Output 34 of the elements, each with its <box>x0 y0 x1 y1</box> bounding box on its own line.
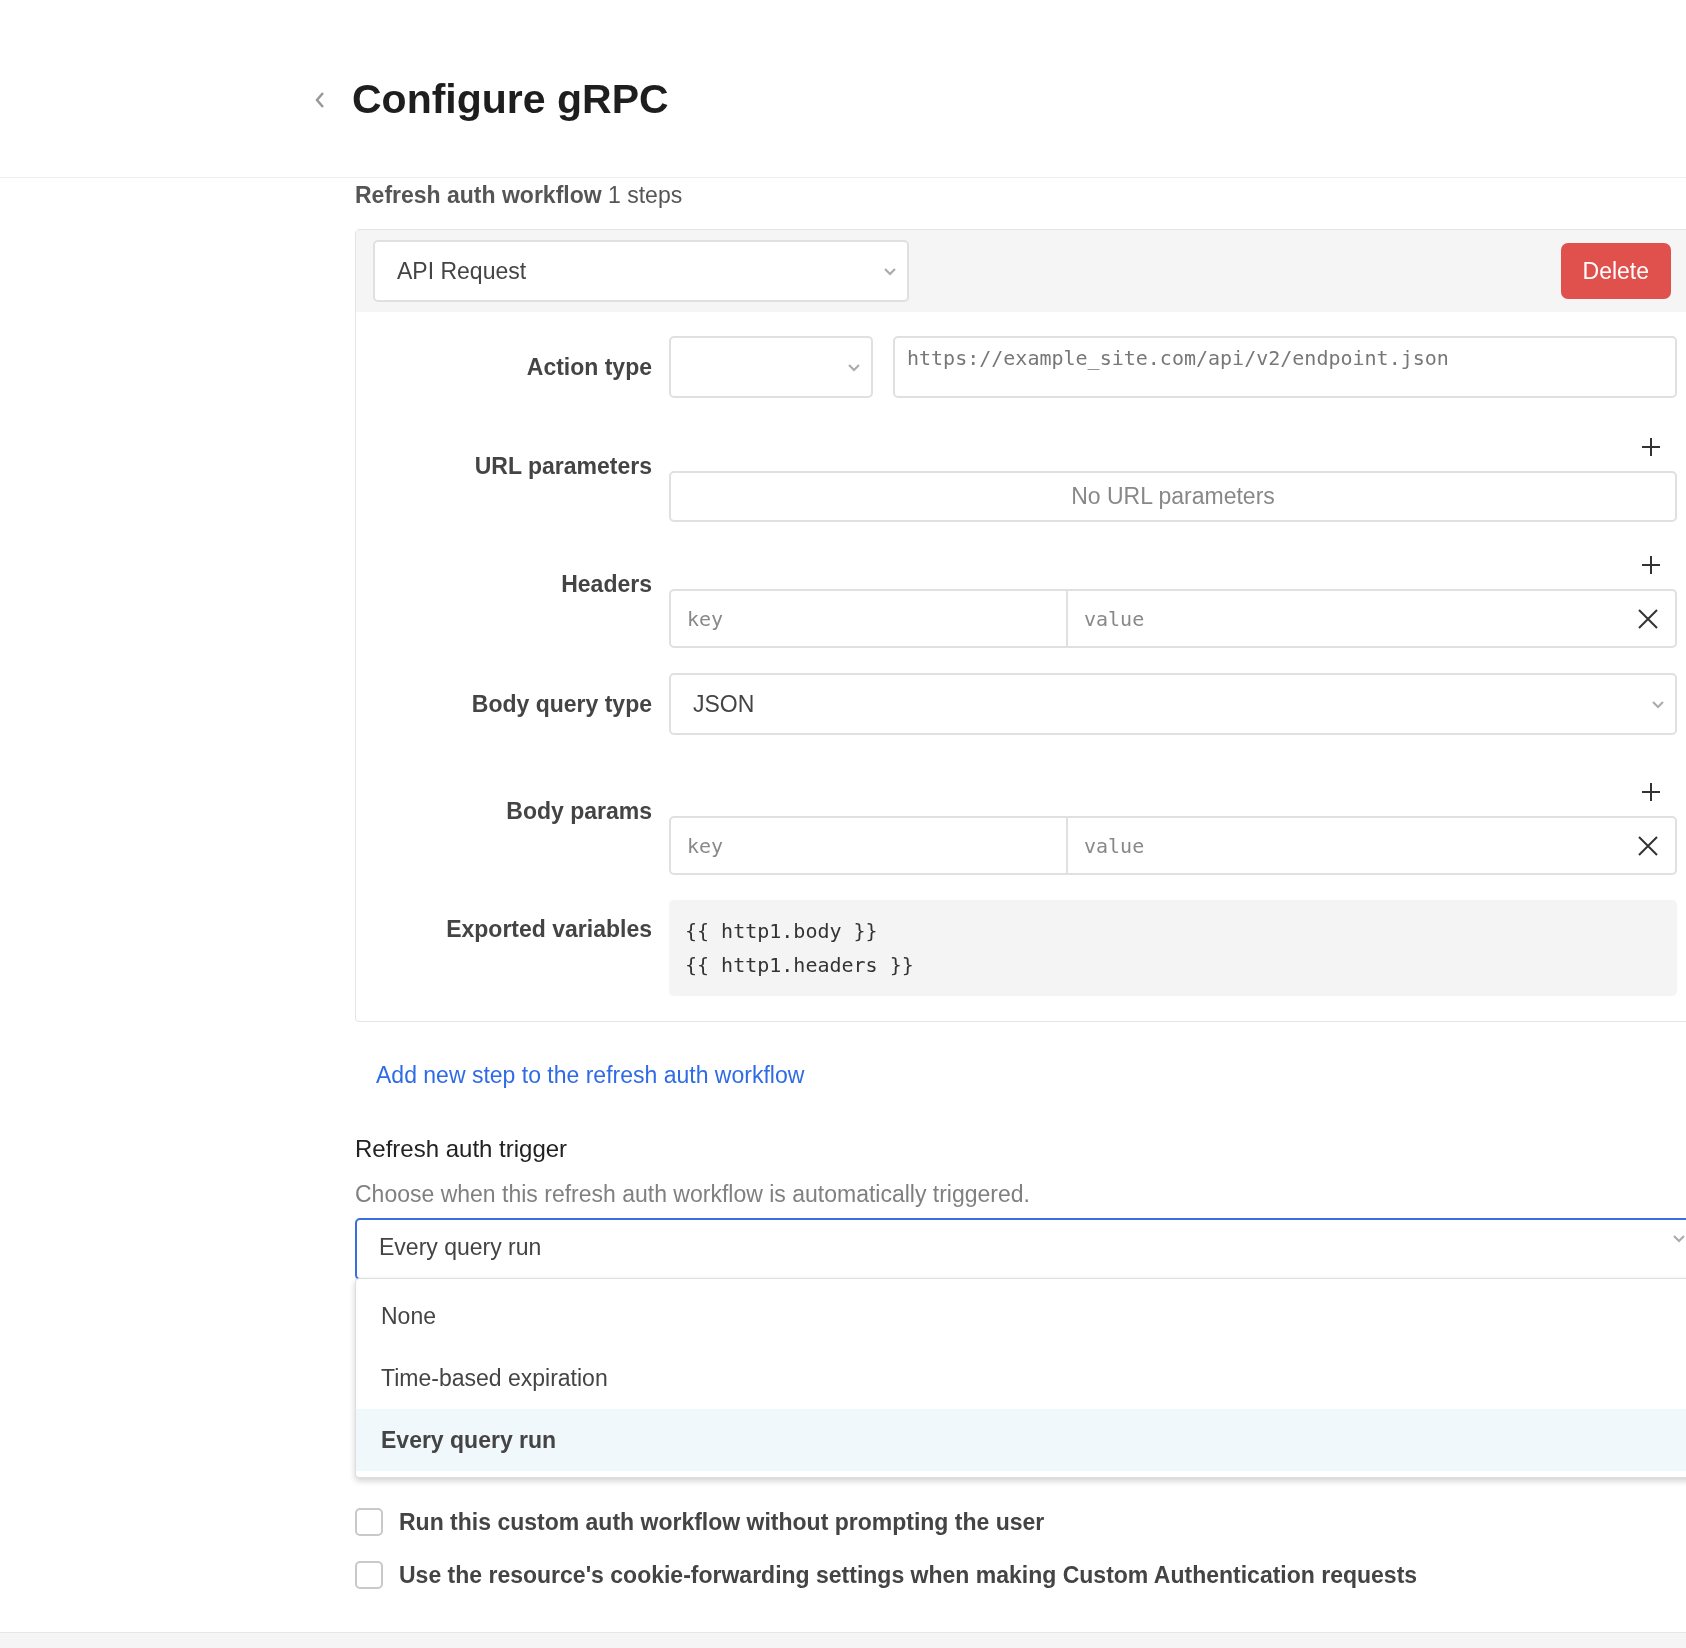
page-title: Configure gRPC <box>352 76 669 123</box>
key-field[interactable]: key <box>669 589 1068 648</box>
checkbox-label: Run this custom auth workflow without prompting the user <box>399 1508 1045 1536</box>
field-label: Body params <box>505 797 652 825</box>
chevron-down-icon <box>1651 699 1665 709</box>
key-field[interactable]: key <box>669 816 1068 875</box>
body-type-select[interactable]: JSON <box>669 673 1677 735</box>
url-field[interactable]: https://example_site.com/api/v2/endpoint.json <box>893 336 1677 398</box>
delete-button[interactable]: Delete <box>1560 243 1671 299</box>
checkbox-label: Use the resource's cookie-forwarding settings when making Custom Authentication requests <box>399 1561 1418 1589</box>
chevron-down-icon <box>847 362 861 372</box>
step-type-select[interactable]: API Request <box>373 240 909 302</box>
field-label: Headers <box>560 570 652 598</box>
field-label: Body query type <box>470 690 652 718</box>
chevron-down-icon <box>883 266 897 276</box>
menu-option[interactable]: Every query run <box>356 1409 1686 1471</box>
checkbox[interactable] <box>355 1508 383 1536</box>
field-label: Exported variables <box>445 915 652 943</box>
trigger-select[interactable]: Every query run <box>355 1218 1686 1280</box>
add-step-link[interactable]: Add new step to the refresh auth workflow <box>376 1062 805 1089</box>
section-title: Refresh auth workflow 1 steps <box>355 182 684 209</box>
field-label: URL parameters <box>473 452 652 480</box>
value-field[interactable]: value <box>1068 589 1677 648</box>
chevron-down-icon <box>1672 1234 1686 1243</box>
add-icon[interactable] <box>1639 780 1663 804</box>
trigger-heading: Refresh auth trigger <box>355 1135 569 1163</box>
value-field[interactable]: value <box>1068 816 1677 875</box>
code-block: {{ http1.body }} {{ http1.headers }} <box>669 900 1677 996</box>
add-icon[interactable] <box>1639 553 1663 577</box>
trigger-description: Choose when this refresh auth workflow is automatically triggered. <box>355 1181 1031 1208</box>
add-icon[interactable] <box>1639 435 1663 459</box>
field-label: Action type <box>525 353 652 381</box>
checkbox[interactable] <box>355 1561 383 1589</box>
empty-message: No URL parameters <box>669 471 1677 522</box>
